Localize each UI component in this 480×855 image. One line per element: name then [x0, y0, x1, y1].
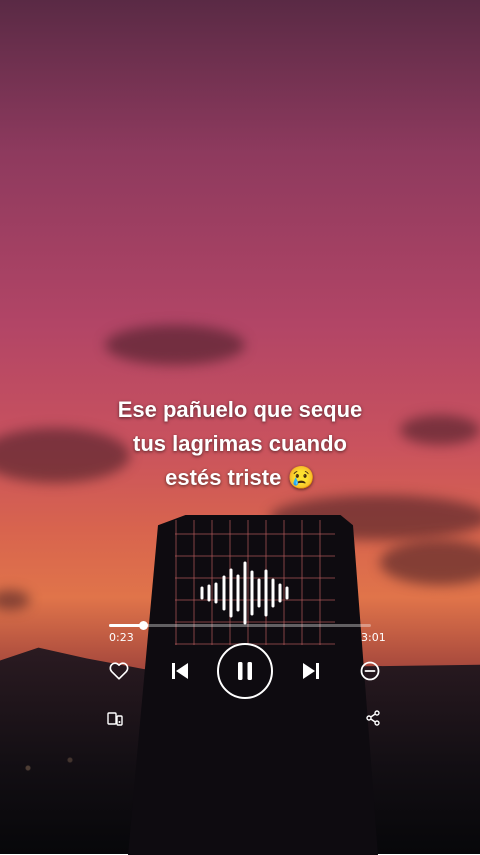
sound-wave-icon [200, 561, 289, 625]
previous-button[interactable] [168, 659, 192, 683]
share-icon [366, 710, 380, 726]
duration-time: 3:01 [361, 631, 386, 644]
connect-device-button[interactable] [106, 710, 124, 728]
elapsed-time: 0:23 [109, 631, 134, 644]
next-button[interactable] [299, 659, 323, 683]
lyrics-line-1: Ese pañuelo que seque [117, 397, 363, 422]
skip-next-icon [303, 663, 319, 679]
connect-device-icon [107, 712, 123, 726]
city-lights [0, 744, 140, 784]
like-button[interactable] [107, 659, 131, 683]
cloud [105, 325, 245, 365]
pause-icon [238, 662, 252, 680]
minus-circle-icon [360, 661, 380, 681]
play-pause-button[interactable] [217, 643, 273, 699]
progress-knob[interactable] [138, 621, 148, 630]
cloud [0, 590, 30, 610]
cloud [380, 540, 480, 585]
skip-previous-icon [172, 663, 188, 679]
lyrics-line-2: tus lagrimas cuando [133, 431, 347, 456]
remove-button[interactable] [359, 660, 381, 682]
lyrics-caption: Ese pañuelo que seque tus lagrimas cuand… [0, 393, 480, 495]
heart-icon [109, 662, 129, 680]
progress-bar[interactable] [109, 621, 371, 630]
share-button[interactable] [364, 709, 382, 727]
lyrics-line-3: estés triste 😢 [165, 465, 315, 490]
progress-fill [109, 624, 144, 627]
